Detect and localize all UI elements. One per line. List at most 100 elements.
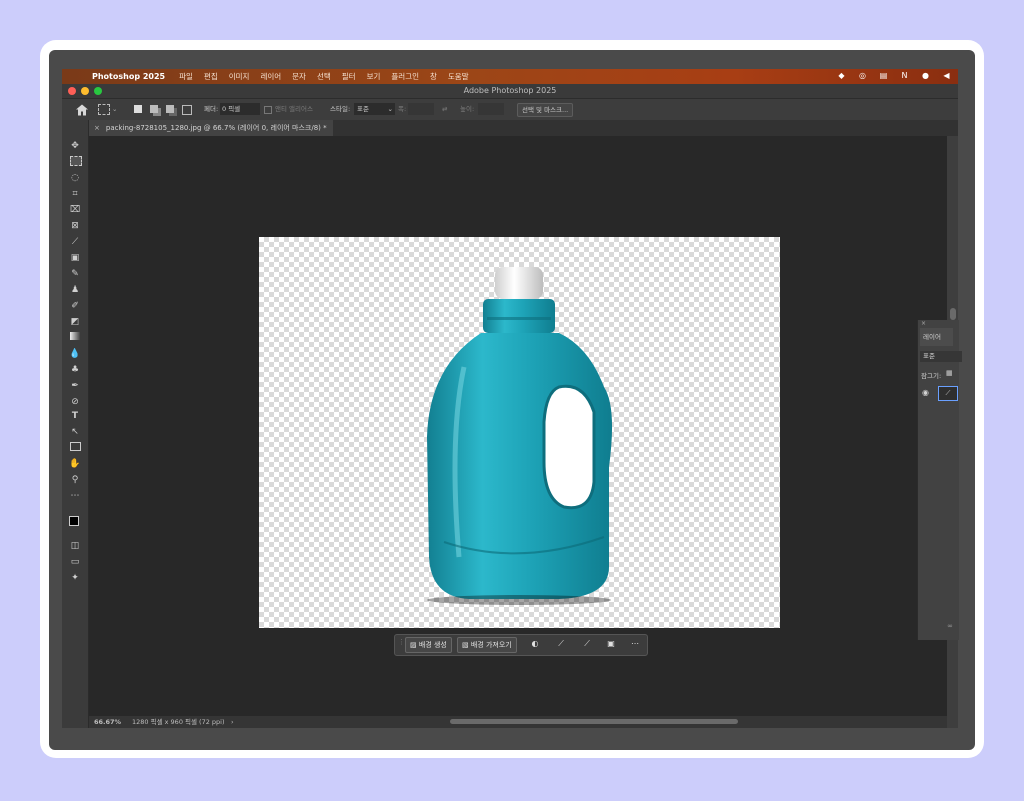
rectangle-icon[interactable] (70, 442, 81, 451)
rect-marquee-icon[interactable] (70, 156, 82, 166)
feather-input[interactable]: 0 픽셀 (220, 103, 260, 115)
vertical-scroll-thumb[interactable] (950, 308, 956, 320)
menu-bar: Photoshop 2025 파일 편집 이미지 레이어 문자 선택 필터 보기… (62, 69, 958, 84)
tab-layers[interactable]: 레이어 (920, 328, 953, 346)
volume-icon[interactable]: ◀ (941, 70, 952, 81)
document-tab[interactable]: × packing-8728105_1280.jpg @ 66.7% (레이어 0… (88, 120, 333, 136)
eraser-icon[interactable]: ◩ (68, 316, 82, 328)
close-panel-icon[interactable]: × (921, 320, 926, 327)
history-brush-icon[interactable]: ✐ (68, 300, 82, 312)
height-label: 높이: (460, 105, 475, 113)
menu-plugins[interactable]: 플러그인 (391, 71, 419, 82)
frame-icon[interactable]: ⊠ (68, 220, 82, 232)
dodge-icon[interactable]: ♣ (68, 364, 82, 376)
home-icon[interactable] (76, 104, 88, 116)
input-source-icon[interactable]: ▤ (878, 70, 889, 81)
menu-file[interactable]: 파일 (179, 71, 193, 82)
import-background-button[interactable]: ▧ 배경 가져오기 (457, 637, 517, 653)
chevron-down-icon[interactable]: ⌄ (112, 103, 117, 115)
marquee-preset-icon[interactable] (98, 104, 110, 115)
path-select-icon[interactable]: ↖ (68, 426, 82, 438)
object-select-icon[interactable]: ⌗ (68, 188, 82, 200)
lasso-icon[interactable]: ◌ (68, 172, 82, 184)
document-tab-bar: » ×packing-8728105_1280.jpg @ 66.7% (레이어… (62, 120, 958, 136)
add-selection-icon[interactable] (150, 105, 158, 113)
menu-layer[interactable]: 레이어 (260, 71, 281, 82)
tools-panel: ✥ ◌ ⌗ ⌧ ⊠ ⟋ ▣ ✎ ♟ ✐ ◩ 💧 ♣ ✒ ⊘ T ↖ ✋ ⚲ ⋯ … (62, 120, 89, 728)
antialias-label: 앤티 앨리어스 (275, 105, 313, 113)
brush-subtract-icon[interactable]: ⟋ (555, 638, 567, 650)
height-input[interactable] (478, 103, 504, 115)
gradient-icon[interactable] (70, 332, 80, 340)
minimize-window-button[interactable] (81, 87, 89, 95)
cloud-sync-icon[interactable]: ◆ (836, 70, 847, 81)
menu-view[interactable]: 보기 (367, 71, 381, 82)
close-icon[interactable]: × (94, 124, 100, 132)
menu-type[interactable]: 문자 (292, 71, 306, 82)
swap-icon[interactable]: ⇄ (442, 103, 447, 115)
status-app-icon[interactable]: ● (920, 70, 931, 81)
select-and-mask-button[interactable]: 선택 및 마스크... (517, 103, 574, 117)
mask-options-icon[interactable]: ▣ (605, 638, 617, 650)
brush-add-icon[interactable]: ⟋ (581, 638, 593, 650)
blur-icon[interactable]: 💧 (68, 348, 82, 360)
tool-options-bar: ⌄ 페더: 0 픽셀 앤티 앨리어스 스타일: 표준 ⌄ 폭: ⇄ 높이: 선택… (62, 98, 958, 121)
lock-transparent-icon[interactable]: ▦ (946, 369, 953, 377)
type-icon[interactable]: T (68, 410, 82, 422)
apple-icon[interactable] (72, 72, 82, 82)
pen-icon[interactable]: ✒ (68, 380, 82, 392)
hand-icon[interactable]: ✋ (68, 458, 82, 470)
style-value: 표준 (357, 105, 369, 113)
generative-icon[interactable]: ✦ (68, 572, 82, 584)
foreground-color-swatch[interactable] (69, 516, 79, 526)
link-layers-icon[interactable]: ∞ (947, 622, 953, 630)
quick-mask-icon[interactable]: ◫ (68, 540, 82, 552)
clone-stamp-icon[interactable]: ♟ (68, 284, 82, 296)
menu-help[interactable]: 도움말 (448, 71, 469, 82)
brush-icon: ⟋ (945, 389, 951, 397)
creative-cloud-icon[interactable]: ◎ (857, 70, 868, 81)
more-tools-icon[interactable]: ⋯ (68, 490, 82, 502)
menu-filter[interactable]: 필터 (342, 71, 356, 82)
import-background-label: 배경 가져오기 (470, 641, 512, 649)
app-menu[interactable]: Photoshop 2025 (92, 72, 165, 81)
style-select[interactable]: 표준 ⌄ (354, 103, 395, 115)
new-selection-icon[interactable] (134, 105, 142, 113)
invert-mask-icon[interactable]: ◐ (529, 638, 541, 650)
antialias-checkbox[interactable] (264, 106, 272, 114)
more-options-icon[interactable]: ⋯ (629, 638, 641, 650)
layers-panel: × 레이어 표준 잠그기: ▦ ◉ ⟋ ∞ (917, 320, 962, 640)
window-controls (68, 87, 102, 95)
freeform-pen-icon[interactable]: ⊘ (68, 396, 82, 408)
brush-icon[interactable]: ✎ (68, 268, 82, 280)
document-image[interactable] (259, 237, 780, 628)
width-input[interactable] (408, 103, 434, 115)
horizontal-scroll-thumb[interactable] (450, 719, 738, 724)
layer-row[interactable]: ⟋ (938, 386, 958, 401)
zoom-icon[interactable]: ⚲ (68, 474, 82, 486)
close-window-button[interactable] (68, 87, 76, 95)
crop-icon[interactable]: ⌧ (68, 204, 82, 216)
drag-handle-icon[interactable]: ⋮ (398, 638, 405, 646)
generate-background-button[interactable]: ▨ 배경 생성 (405, 637, 452, 653)
move-icon[interactable]: ✥ (68, 140, 82, 152)
intersect-selection-icon[interactable] (182, 105, 192, 115)
document-info: 1280 픽셀 x 960 픽셀 (72 ppi) (132, 718, 225, 726)
feather-label: 페더: (204, 105, 219, 113)
subtract-selection-icon[interactable] (166, 105, 174, 113)
screen-mode-icon[interactable]: ▭ (68, 556, 82, 568)
menu-image[interactable]: 이미지 (229, 71, 250, 82)
zoom-window-button[interactable] (94, 87, 102, 95)
eyedropper-icon[interactable]: ⟋ (68, 236, 82, 248)
blend-mode-select[interactable]: 표준 (920, 351, 962, 362)
healing-brush-icon[interactable]: ▣ (68, 252, 82, 264)
menu-select[interactable]: 선택 (317, 71, 331, 82)
document-tab-title: packing-8728105_1280.jpg @ 66.7% (레이어 0,… (105, 124, 327, 132)
chevron-down-icon: ⌄ (387, 105, 393, 113)
menu-window[interactable]: 창 (430, 71, 437, 82)
visibility-eye-icon[interactable]: ◉ (922, 388, 929, 397)
zoom-level[interactable]: 66.67% (94, 716, 121, 728)
menu-edit[interactable]: 편집 (204, 71, 218, 82)
notion-icon[interactable]: N (899, 70, 910, 81)
status-menu-arrow[interactable]: › (231, 716, 234, 728)
